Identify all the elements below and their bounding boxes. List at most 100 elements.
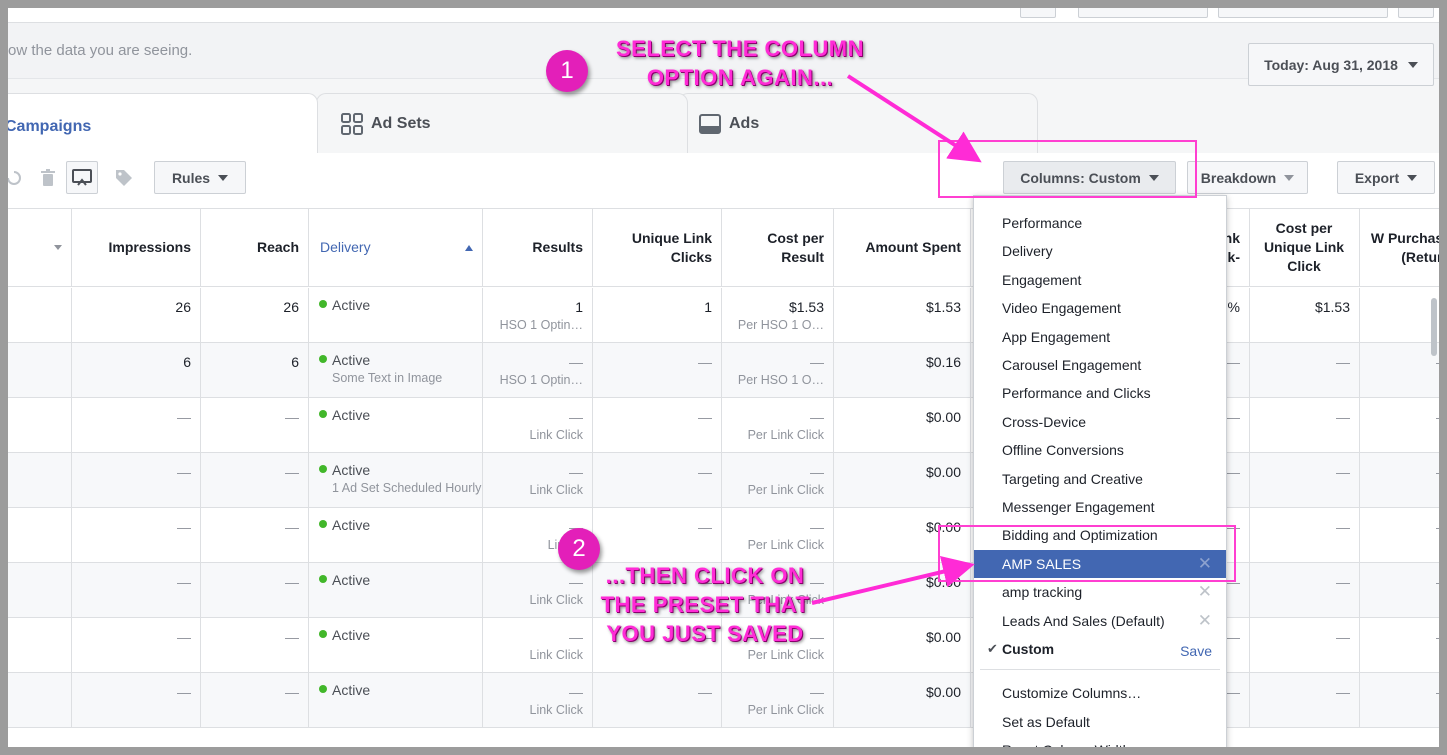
menu-item-preset[interactable]: Engagement (974, 266, 1226, 294)
cell-spent: $0.00 (834, 673, 971, 728)
trash-icon[interactable] (32, 161, 64, 194)
columns-dropdown-menu: Performance Delivery Engagement Video Engag… (973, 195, 1227, 747)
cell-name (8, 343, 72, 398)
cell-cpr: — Per Link Click (722, 508, 834, 563)
menu-item-label: Carousel Engagement (1002, 357, 1142, 373)
export-button[interactable]: Export (1337, 161, 1435, 194)
menu-item-preset[interactable]: Offline Conversions (974, 436, 1226, 464)
column-header-cost-per-result[interactable]: Cost per Result (722, 209, 834, 287)
tab-ads-label: Ads (729, 114, 760, 132)
menu-item-preset[interactable]: Cross-Device (974, 408, 1226, 436)
cell-value: % (1227, 299, 1240, 315)
save-preset-link[interactable]: Save (1180, 637, 1212, 665)
menu-item-action[interactable]: Customize Columns… (974, 679, 1226, 707)
tab-ad-sets[interactable]: Ad Sets (316, 93, 688, 153)
sort-ascending-icon (465, 244, 473, 251)
cell-results: — Link Click (483, 673, 593, 728)
menu-item-preset[interactable]: Targeting and Creative (974, 465, 1226, 493)
duplicate-icon[interactable] (66, 161, 98, 194)
cell-value: — (698, 684, 712, 700)
cell-reach: — (201, 508, 309, 563)
status-dot-icon (319, 300, 327, 308)
cell-subtext: Per HSO 1 O… (737, 318, 824, 332)
cell-subtext: Link Click (529, 483, 584, 497)
cell-ulc: — (593, 398, 722, 453)
menu-item-saved-preset[interactable]: amp tracking ✕ (974, 578, 1226, 606)
undo-icon[interactable] (8, 161, 30, 194)
column-header-reach[interactable]: Reach (201, 209, 309, 287)
cell-value: 1 (575, 299, 583, 315)
cell-value: — (569, 409, 583, 425)
cell-value: — (1226, 684, 1240, 700)
menu-item-preset[interactable]: Performance and Clicks (974, 379, 1226, 407)
menu-divider (980, 669, 1220, 671)
sort-icon (54, 245, 62, 250)
cell-name (8, 398, 72, 453)
cell-value: $1.53 (925, 299, 961, 315)
menu-item-saved-preset[interactable]: Leads And Sales (Default) ✕ (974, 607, 1226, 635)
cell-purch (1360, 288, 1439, 343)
status-dot-icon (319, 355, 327, 363)
cell-value: — (1336, 354, 1350, 370)
highlight-preset-box (938, 525, 1236, 582)
cell-value: — (810, 409, 824, 425)
cell-name (8, 508, 72, 563)
column-header-impressions[interactable]: Impressions (72, 209, 201, 287)
cell-value: — (698, 519, 712, 535)
cell-ulc: — (593, 453, 722, 508)
cell-ulc: — (593, 673, 722, 728)
cell-value: — (1336, 574, 1350, 590)
menu-item-action[interactable]: Set as Default (974, 708, 1226, 736)
menu-item-label: Custom (1002, 641, 1055, 657)
tab-campaigns[interactable]: Campaigns (8, 93, 318, 159)
top-button[interactable] (1218, 8, 1388, 18)
chevron-down-icon (1284, 174, 1295, 181)
chevron-down-icon (1407, 61, 1418, 68)
cell-value: $0.00 (925, 464, 961, 480)
cell-impressions: — (72, 398, 201, 453)
cell-value: 26 (175, 299, 191, 315)
column-header-results[interactable]: Results (483, 209, 593, 287)
column-header-name[interactable] (8, 209, 72, 287)
column-header-unique-link-clicks[interactable]: Unique Link Clicks (593, 209, 722, 287)
cell-value: — (177, 684, 191, 700)
remove-preset-icon[interactable]: ✕ (1198, 578, 1212, 606)
menu-item-preset[interactable]: Messenger Engagement (974, 493, 1226, 521)
menu-item-preset[interactable]: Delivery (974, 237, 1226, 265)
cell-reach: 6 (201, 343, 309, 398)
breakdown-button[interactable]: Breakdown (1187, 161, 1308, 194)
cell-results: 1 HSO 1 Optin… (483, 288, 593, 343)
menu-item-preset[interactable]: Performance (974, 209, 1226, 237)
menu-item-preset[interactable]: Carousel Engagement (974, 351, 1226, 379)
tag-icon[interactable] (108, 161, 140, 194)
date-range-button[interactable]: Today: Aug 31, 2018 (1248, 43, 1434, 86)
hint-text: ow the data you are seeing. (8, 42, 193, 59)
cell-purch: — (1360, 673, 1439, 728)
column-header-amount-spent[interactable]: Amount Spent (834, 209, 971, 287)
menu-item-label: Performance and Clicks (1002, 385, 1151, 402)
menu-item-label: Offline Conversions (1002, 442, 1124, 459)
cell-value: — (698, 464, 712, 480)
cell-subtext: Link Click (529, 428, 584, 442)
vertical-scrollbar[interactable] (1431, 298, 1437, 356)
remove-preset-icon[interactable]: ✕ (1198, 607, 1212, 635)
menu-item-current-custom[interactable]: Custom ✔ Save (974, 635, 1226, 663)
column-header-purchases[interactable]: W Purchase (Return (1360, 209, 1439, 287)
delivery-status: Active (332, 682, 371, 698)
top-button[interactable] (1398, 8, 1434, 18)
cell-purch: — (1360, 508, 1439, 563)
grid-icon (341, 112, 363, 135)
top-button[interactable] (1020, 8, 1056, 18)
rules-button[interactable]: Rules (154, 161, 246, 194)
menu-item-preset[interactable]: App Engagement (974, 323, 1226, 351)
menu-item-preset[interactable]: Video Engagement (974, 294, 1226, 322)
cell-purch: — (1360, 453, 1439, 508)
cell-value: 6 (291, 354, 299, 370)
menu-item-action[interactable]: Reset Column Widths (974, 736, 1226, 747)
cell-value: — (1336, 464, 1350, 480)
cell-name (8, 618, 72, 673)
cell-reach: — (201, 563, 309, 618)
column-header-cost-per-unique-link-click[interactable]: Cost per Unique Link Click (1250, 209, 1360, 287)
top-button[interactable] (1078, 8, 1208, 18)
column-header-delivery[interactable]: Delivery (309, 209, 483, 287)
